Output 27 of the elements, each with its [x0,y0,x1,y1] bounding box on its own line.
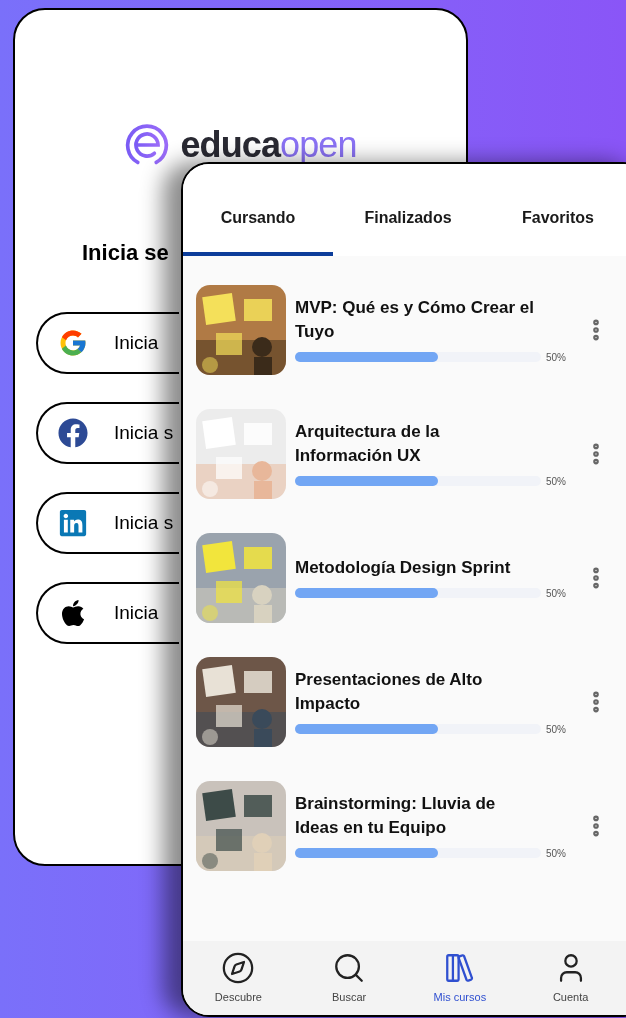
facebook-icon [58,418,88,448]
course-title[interactable]: MVP: Qué es y Cómo Crear el Tuyo [295,295,540,344]
login-button[interactable]: Inicia s [36,402,179,464]
course-title[interactable]: Metodología Design Sprint [295,555,540,580]
progress-reading: 50% [546,350,566,365]
tab[interactable]: Finalizados [333,190,483,256]
progress-reading: 50% [546,474,566,489]
linkedin-icon [58,508,88,538]
progress-reading: 50% [546,722,566,737]
course-title[interactable]: Presentaciones de Alto Impacto [295,667,540,716]
course-title[interactable]: Arquitectura de la Información UX [295,419,540,468]
login-heading: Inicia se [82,242,170,264]
login-button[interactable]: Inicia s [36,492,179,554]
tab[interactable]: Favoritos [483,190,626,256]
nav-item[interactable]: Descubre [183,941,294,1015]
compass-icon [221,951,256,985]
login-button[interactable]: Inicia [36,312,179,374]
logo-text: educaopen [180,125,357,165]
tab[interactable]: Cursando [183,190,333,256]
google-icon [58,328,88,358]
nav-item[interactable]: Mis cursos [404,941,516,1015]
nav-item[interactable]: Buscar [293,941,405,1015]
progress-reading: 50% [546,846,566,861]
course-title[interactable]: Brainstorming: Lluvia de Ideas en tu Equipo [295,791,540,840]
nav-item[interactable]: Cuenta [515,941,626,1015]
progress-reading: 50% [546,586,566,601]
login-button[interactable]: Inicia [36,582,179,644]
